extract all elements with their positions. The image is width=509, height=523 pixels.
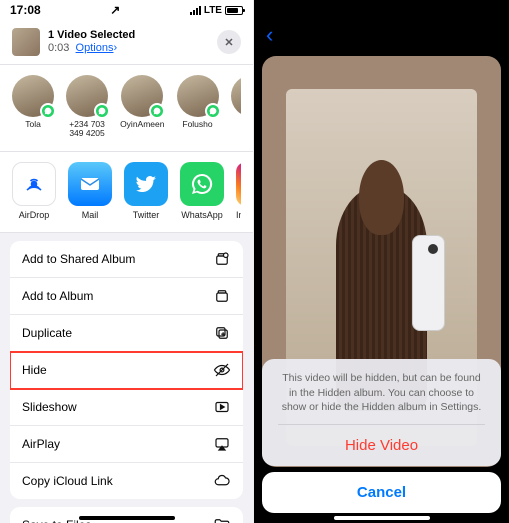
selected-thumbnail[interactable]: [12, 28, 40, 56]
duplicate-icon: [213, 324, 231, 342]
contact-name: +234 703 349 4205: [66, 120, 108, 139]
options-link[interactable]: Options: [76, 42, 114, 54]
action-label: Duplicate: [22, 326, 72, 340]
status-time: 17:08: [10, 3, 41, 17]
whatsapp-badge-icon: [94, 103, 110, 119]
action-sheet: This video will be hidden, but can be fo…: [262, 359, 501, 513]
sheet-header: 1 Video Selected 0:03 Options›: [0, 20, 253, 64]
cancel-button[interactable]: Cancel: [262, 472, 501, 513]
action-copy-icloud[interactable]: Copy iCloud Link: [10, 463, 243, 499]
apps-row[interactable]: AirDrop Mail Twitter WhatsApp Ins: [0, 152, 253, 233]
battery-icon: [225, 6, 243, 15]
action-add-album[interactable]: Add to Album: [10, 278, 243, 315]
home-indicator[interactable]: [334, 516, 430, 520]
action-save-to-files[interactable]: Save to Files: [10, 507, 243, 523]
hide-icon: [213, 361, 231, 379]
cloud-icon: [213, 472, 231, 490]
status-bar: 17:08 ↗ LTE: [254, 0, 509, 20]
status-right: LTE: [446, 5, 499, 16]
action-label: Add to Album: [22, 289, 93, 303]
carrier-label: LTE: [460, 5, 478, 16]
mail-icon: [68, 162, 112, 206]
photo-time: 21:12: [273, 37, 474, 48]
contact-item[interactable]: OyinAmeen: [120, 75, 164, 139]
contact-avatar: [231, 75, 242, 117]
action-duplicate[interactable]: Duplicate: [10, 315, 243, 352]
action-airplay[interactable]: AirPlay: [10, 426, 243, 463]
hide-video-button[interactable]: Hide Video: [278, 424, 485, 466]
whatsapp-badge-icon: [40, 103, 56, 119]
contact-item[interactable]: +234 703 349 4205: [66, 75, 108, 139]
close-button[interactable]: [217, 30, 241, 54]
photo-nav: ‹ Friday 21:12 Edit: [254, 22, 509, 48]
whatsapp-badge-icon: [149, 103, 165, 119]
signal-icon: [190, 6, 201, 15]
hide-message-card: This video will be hidden, but can be fo…: [262, 359, 501, 466]
carrier-label: LTE: [204, 5, 222, 16]
contact-name: OyinAmeen: [120, 120, 164, 129]
app-label: AirDrop: [12, 210, 56, 220]
contact-item[interactable]: Folusho: [176, 75, 218, 139]
app-label: WhatsApp: [180, 210, 224, 220]
contact-item-partial[interactable]: [231, 75, 242, 139]
hide-message: This video will be hidden, but can be fo…: [278, 371, 485, 414]
app-twitter[interactable]: Twitter: [124, 162, 168, 220]
whatsapp-badge-icon: [205, 103, 221, 119]
signal-icon: [446, 6, 457, 15]
actions-list-secondary: Save to Files: [10, 507, 243, 523]
action-label: AirPlay: [22, 437, 60, 451]
photo-day: Friday: [273, 23, 474, 37]
action-hide[interactable]: Hide: [10, 352, 243, 389]
action-label: Hide: [22, 363, 47, 377]
action-label: Copy iCloud Link: [22, 474, 113, 488]
battery-icon: [481, 6, 499, 15]
action-slideshow[interactable]: Slideshow: [10, 389, 243, 426]
app-instagram[interactable]: Ins: [236, 162, 241, 220]
instagram-icon: [236, 162, 241, 206]
app-mail[interactable]: Mail: [68, 162, 112, 220]
folder-icon: [213, 516, 231, 523]
status-bar: 17:08 ↗ LTE: [0, 0, 253, 20]
actions-list-main: Add to Shared Album Add to Album Duplica…: [10, 241, 243, 499]
contact-item[interactable]: Tola: [12, 75, 54, 139]
back-button[interactable]: ‹: [266, 22, 273, 48]
contact-name: Tola: [12, 120, 54, 129]
twitter-icon: [124, 162, 168, 206]
action-add-shared-album[interactable]: Add to Shared Album: [10, 241, 243, 278]
airdrop-icon: [12, 162, 56, 206]
screen-share-sheet: 17:08 ↗ LTE 1 Video Selected 0:03 Option…: [0, 0, 254, 523]
status-right: LTE: [190, 5, 243, 16]
phone-in-mirror: [412, 235, 444, 330]
app-label: Ins: [236, 210, 241, 220]
status-time: 17:08: [264, 3, 295, 17]
screen-hide-video-confirm: 17:08 ↗ LTE ‹ Friday 21:12 Edit This vid…: [254, 0, 509, 523]
action-label: Slideshow: [22, 400, 77, 414]
shared-album-icon: [213, 250, 231, 268]
video-duration: 0:03: [48, 42, 69, 54]
app-airdrop[interactable]: AirDrop: [12, 162, 56, 220]
app-whatsapp[interactable]: WhatsApp: [180, 162, 224, 220]
edit-button[interactable]: Edit: [475, 28, 497, 43]
home-indicator[interactable]: [79, 516, 175, 520]
airplay-icon: [213, 435, 231, 453]
album-icon: [213, 287, 231, 305]
selected-count: 1 Video Selected: [48, 29, 209, 42]
app-label: Twitter: [124, 210, 168, 220]
close-icon: [223, 36, 235, 48]
action-label: Add to Shared Album: [22, 252, 135, 266]
slideshow-icon: [213, 398, 231, 416]
whatsapp-icon: [180, 162, 224, 206]
contact-name: Folusho: [176, 120, 218, 129]
contacts-row[interactable]: Tola +234 703 349 4205 OyinAmeen Folusho: [0, 64, 253, 152]
app-label: Mail: [68, 210, 112, 220]
